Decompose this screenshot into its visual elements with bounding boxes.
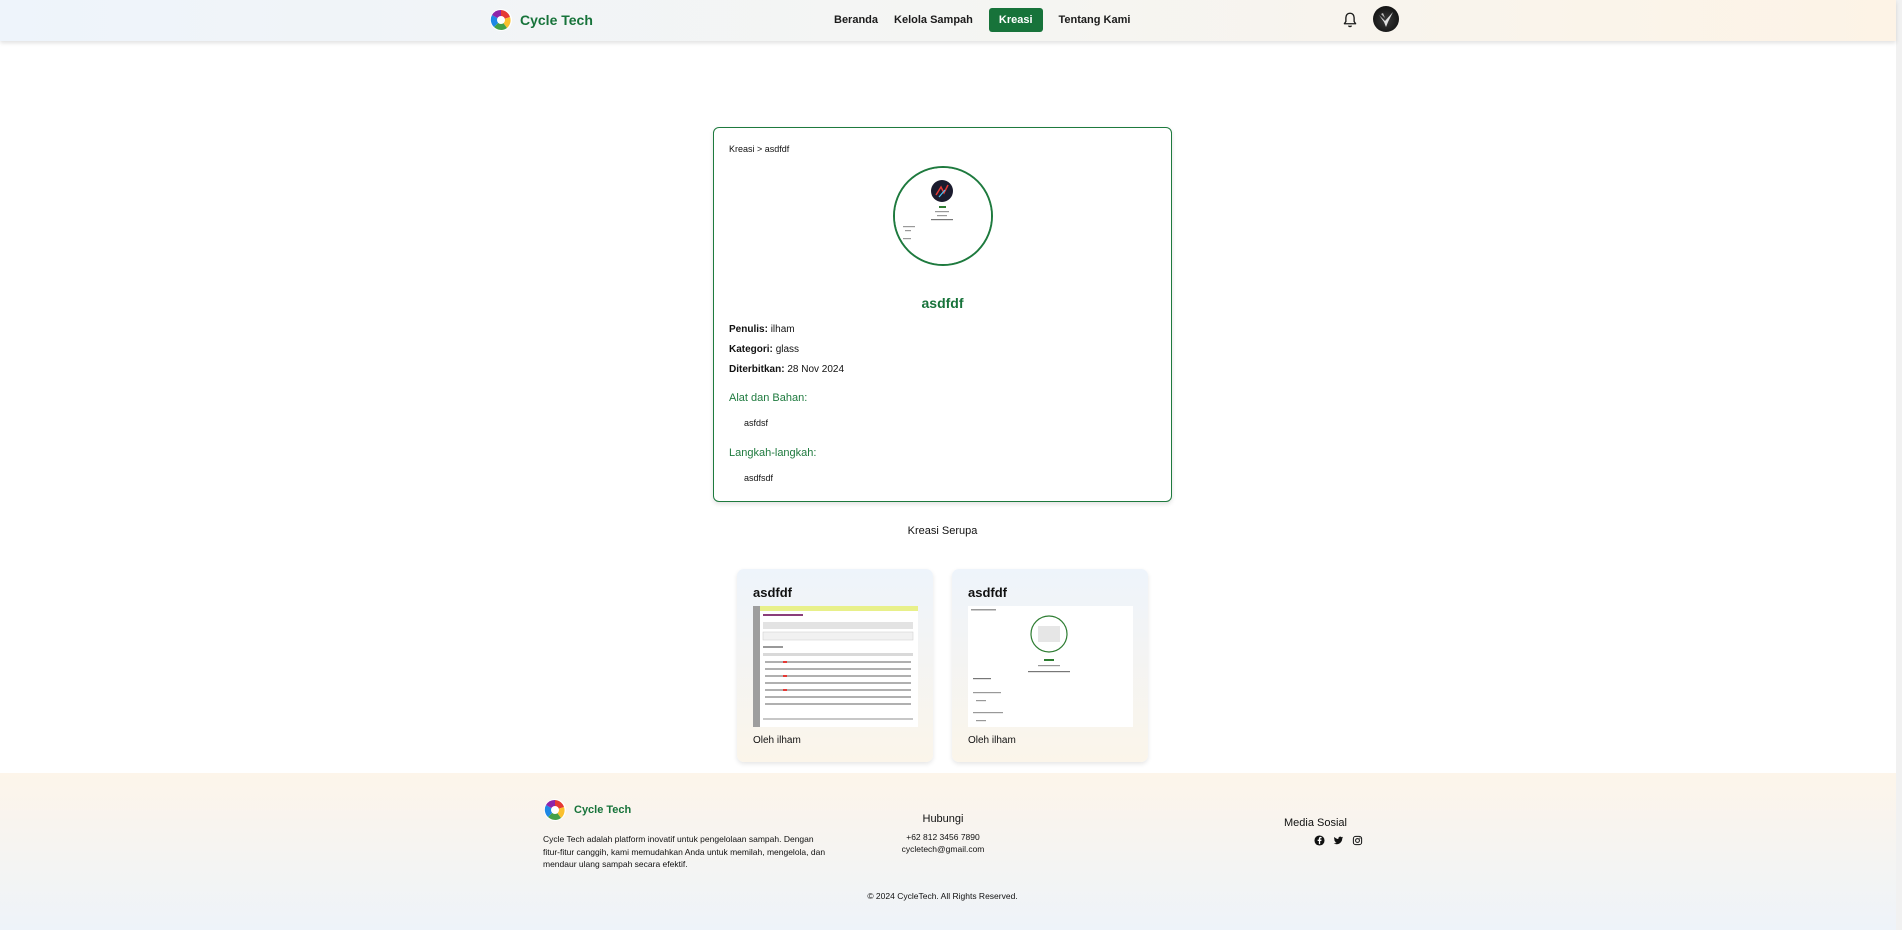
footer-description: Cycle Tech adalah platform inovatif untu… — [543, 834, 826, 869]
social-heading: Media Sosial — [1284, 817, 1347, 829]
published-value: 28 Nov 2024 — [787, 364, 845, 375]
thumbnail-image — [968, 606, 1133, 727]
instagram-icon[interactable] — [1352, 835, 1363, 846]
recycle-logo-icon — [544, 799, 566, 821]
brand-logo[interactable]: Cycle Tech — [489, 8, 593, 32]
bell-icon[interactable] — [1341, 11, 1359, 29]
materials-item: asfdsf — [744, 418, 769, 428]
breadcrumb[interactable]: Kreasi > asdfdf — [729, 144, 789, 154]
category-label: Kategori: — [729, 344, 773, 355]
similar-card-thumbnail — [753, 606, 918, 727]
nav-beranda[interactable]: Beranda — [826, 8, 886, 32]
category-row: Kategori: glass — [729, 344, 799, 355]
nav-tentang-kami[interactable]: Tentang Kami — [1051, 8, 1139, 32]
similar-card[interactable]: asdfdf Oleh ilham — [737, 569, 933, 762]
published-row: Diterbitkan: 28 Nov 2024 — [729, 364, 844, 375]
similar-card[interactable]: asdfdf Oleh ilham — [952, 569, 1148, 762]
creation-title: asdfdf — [921, 295, 964, 311]
facebook-icon[interactable] — [1314, 835, 1325, 846]
footer-brand[interactable]: Cycle Tech — [543, 798, 631, 822]
similar-card-author: Oleh ilham — [968, 735, 1016, 746]
nav-kelola-sampah[interactable]: Kelola Sampah — [886, 8, 981, 32]
similar-card-title: asdfdf — [968, 585, 1007, 600]
similar-card-author: Oleh ilham — [753, 735, 801, 746]
contact-heading: Hubungi — [922, 813, 964, 825]
brand-name: Cycle Tech — [520, 12, 593, 28]
steps-item: asdfsdf — [744, 473, 774, 483]
copyright: © 2024 CycleTech. All Rights Reserved. — [867, 891, 1018, 901]
author-row: Penulis: ilham — [729, 324, 795, 335]
scrollbar-track[interactable] — [1896, 0, 1902, 930]
similar-card-title: asdfdf — [753, 585, 792, 600]
materials-heading: Alat dan Bahan: — [729, 392, 808, 404]
avatar-image — [1379, 12, 1393, 27]
creation-image — [893, 166, 993, 266]
nav-kreasi[interactable]: Kreasi — [988, 8, 1043, 32]
main-nav: Beranda Kelola Sampah Kreasi Tentang Kam… — [826, 8, 1138, 32]
footer-social: Media Sosial — [1260, 817, 1371, 846]
user-avatar[interactable] — [1373, 6, 1399, 32]
creation-image-preview — [895, 168, 991, 264]
published-label: Diterbitkan: — [729, 364, 785, 375]
twitter-icon[interactable] — [1333, 835, 1344, 846]
steps-heading: Langkah-langkah: — [729, 447, 817, 459]
top-navbar: Cycle Tech Beranda Kelola Sampah Kreasi … — [0, 0, 1896, 41]
category-value: glass — [775, 344, 800, 355]
recycle-logo-icon — [490, 9, 512, 31]
author-label: Penulis: — [729, 324, 768, 335]
contact-email[interactable]: cycletech@gmail.com — [880, 843, 1006, 855]
footer-contact: Hubungi +62 812 3456 7890 cycletech@gmai… — [880, 813, 1006, 855]
author-value: ilham — [770, 324, 795, 335]
footer: Cycle Tech Cycle Tech adalah platform in… — [0, 773, 1896, 930]
similar-card-thumbnail — [968, 606, 1133, 727]
contact-phone[interactable]: +62 812 3456 7890 — [880, 831, 1006, 843]
similar-heading: Kreasi Serupa — [907, 525, 978, 537]
footer-brand-name: Cycle Tech — [574, 804, 632, 816]
social-links — [1260, 835, 1371, 846]
thumbnail-image — [753, 606, 918, 727]
creation-detail-card: Kreasi > asdfdf asdfdf Penulis: ilham Ka… — [713, 127, 1172, 502]
